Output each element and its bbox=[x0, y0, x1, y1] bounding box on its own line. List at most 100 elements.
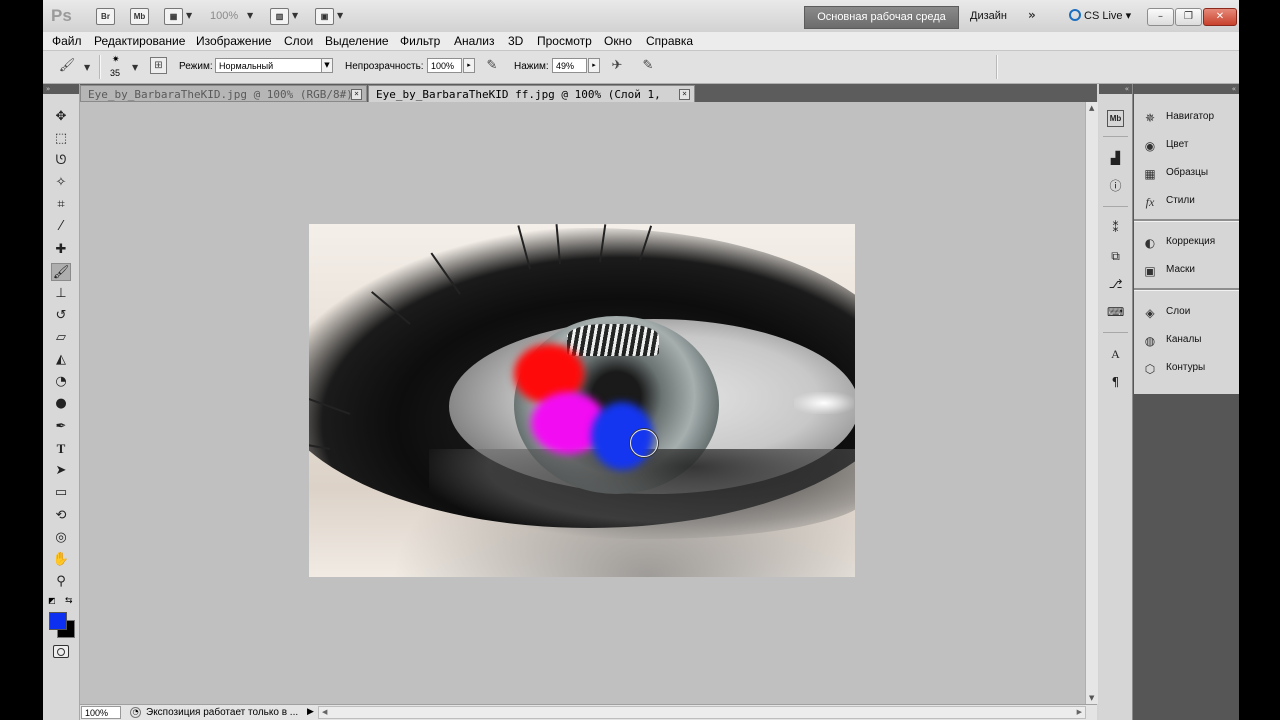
animation-icon[interactable]: ⎇ bbox=[1107, 276, 1124, 293]
history-brush-tool-icon[interactable]: ↺ bbox=[51, 307, 71, 325]
brush-presets-icon[interactable]: ⁑ bbox=[1107, 220, 1124, 237]
flow-slider-toggle[interactable]: ▸ bbox=[588, 58, 600, 73]
scroll-left-icon[interactable]: ◀ bbox=[322, 707, 327, 718]
brush-preset-picker[interactable]: ▼ bbox=[132, 63, 138, 72]
mini-bridge-button[interactable]: Mb bbox=[130, 8, 149, 25]
healing-brush-tool-icon[interactable]: ✚ bbox=[51, 241, 71, 259]
menu-edit[interactable]: Редактирование bbox=[94, 34, 185, 48]
cs-live-button[interactable]: CS Live ▾ bbox=[1069, 9, 1131, 22]
blend-mode-select[interactable]: Нормальный bbox=[215, 58, 326, 73]
panel-adjustments[interactable]: ◐ Коррекция bbox=[1134, 233, 1239, 253]
quick-selection-tool-icon[interactable]: ✧ bbox=[51, 174, 71, 192]
arrange-documents-icon[interactable]: ▥ bbox=[270, 8, 289, 25]
status-info-icon[interactable]: ◔ bbox=[130, 707, 141, 718]
more-workspaces-icon[interactable]: » bbox=[1028, 8, 1036, 22]
crop-tool-icon[interactable]: ⌗ bbox=[51, 196, 71, 214]
path-selection-tool-icon[interactable]: ➤ bbox=[51, 462, 71, 480]
clone-stamp-tool-icon[interactable]: ⊥ bbox=[51, 285, 71, 303]
tab-document-1[interactable]: Eye_by_BarbaraTheKID.jpg @ 100% (RGB/8#)… bbox=[80, 85, 367, 118]
collapse-panels-icon[interactable]: « bbox=[1134, 84, 1239, 94]
canvas-workspace[interactable] bbox=[80, 102, 1085, 704]
swap-colors-icon[interactable]: ⇆ bbox=[65, 596, 73, 606]
lasso-tool-icon[interactable]: ᘎ bbox=[51, 152, 71, 170]
type-tool-icon[interactable]: T bbox=[51, 440, 71, 458]
menu-help[interactable]: Справка bbox=[646, 34, 693, 48]
chevron-down-icon[interactable]: ▼ bbox=[247, 11, 253, 20]
menu-layer[interactable]: Слои bbox=[284, 34, 313, 48]
panel-masks[interactable]: ▣ Маски bbox=[1134, 261, 1239, 281]
chevron-down-icon[interactable]: ▼ bbox=[337, 11, 343, 20]
character-panel-icon[interactable]: A bbox=[1107, 346, 1124, 363]
menu-file[interactable]: Файл bbox=[52, 34, 82, 48]
close-button[interactable]: ✕ bbox=[1203, 8, 1237, 26]
mini-bridge-panel-icon[interactable]: Mb bbox=[1107, 110, 1124, 127]
tablet-pressure-size-icon[interactable]: ✎ bbox=[639, 57, 657, 75]
chevron-down-icon[interactable]: ▼ bbox=[292, 11, 298, 20]
brush-tool-icon[interactable]: 🖌 bbox=[51, 263, 71, 281]
eye-photo[interactable] bbox=[309, 224, 855, 577]
actions-icon[interactable]: ⌨ bbox=[1107, 304, 1124, 321]
dodge-tool-icon[interactable]: ● bbox=[51, 395, 71, 413]
menu-filter[interactable]: Фильтр bbox=[400, 34, 440, 48]
workspace-design-button[interactable]: Дизайн bbox=[970, 10, 1007, 22]
rectangle-tool-icon[interactable]: ▭ bbox=[51, 484, 71, 502]
3d-rotate-tool-icon[interactable]: ⟲ bbox=[51, 507, 71, 525]
collapse-icons-icon[interactable]: « bbox=[1099, 84, 1132, 94]
scroll-right-icon[interactable]: ▶ bbox=[1077, 707, 1082, 718]
blur-tool-icon[interactable]: ◔ bbox=[51, 373, 71, 391]
tools-panel-collapse-icon[interactable]: » bbox=[43, 84, 79, 94]
opacity-input[interactable]: 100% bbox=[427, 58, 462, 73]
panel-styles[interactable]: fx Стили bbox=[1134, 192, 1239, 212]
scroll-up-icon[interactable]: ▲ bbox=[1089, 104, 1094, 112]
chevron-down-icon[interactable]: ▼ bbox=[321, 58, 333, 73]
scroll-down-icon[interactable]: ▼ bbox=[1089, 694, 1094, 702]
brush-panel-toggle-icon[interactable]: ⊞ bbox=[150, 57, 167, 74]
restore-button[interactable]: ❐ bbox=[1175, 8, 1202, 26]
pen-tool-icon[interactable]: ✒ bbox=[51, 418, 71, 436]
move-tool-icon[interactable]: ✥ bbox=[51, 108, 71, 126]
menu-window[interactable]: Окно bbox=[604, 34, 632, 48]
panel-swatches[interactable]: ▦ Образцы bbox=[1134, 164, 1239, 184]
menu-image[interactable]: Изображение bbox=[196, 34, 272, 48]
eyedropper-tool-icon[interactable]: ⁄ bbox=[51, 218, 71, 236]
foreground-color-swatch[interactable] bbox=[49, 612, 67, 630]
status-menu-arrow-icon[interactable]: ▶ bbox=[307, 707, 314, 717]
marquee-tool-icon[interactable]: ⬚ bbox=[51, 130, 71, 148]
3d-orbit-tool-icon[interactable]: ◎ bbox=[51, 529, 71, 547]
eraser-tool-icon[interactable]: ▱ bbox=[51, 329, 71, 347]
close-tab-icon[interactable]: × bbox=[679, 89, 690, 100]
info-icon[interactable]: ⓘ bbox=[1107, 178, 1124, 195]
status-zoom-input[interactable]: 100% bbox=[81, 706, 121, 719]
panel-navigator[interactable]: ✵ Навигатор bbox=[1134, 108, 1239, 128]
flow-input[interactable]: 49% bbox=[552, 58, 587, 73]
horizontal-scrollbar[interactable]: ◀ ▶ bbox=[318, 706, 1086, 719]
airbrush-icon[interactable]: ✈ bbox=[608, 57, 626, 75]
tab-document-2[interactable]: Eye_by_BarbaraTheKID ff.jpg @ 100% (Слой… bbox=[368, 85, 695, 118]
paint-bucket-tool-icon[interactable]: ◭ bbox=[51, 351, 71, 369]
vertical-scrollbar[interactable]: ▲ ▼ bbox=[1085, 102, 1098, 704]
zoom-level[interactable]: 100% bbox=[210, 10, 238, 22]
histogram-icon[interactable]: ▟ bbox=[1107, 150, 1124, 167]
zoom-tool-icon[interactable]: ⚲ bbox=[51, 573, 71, 591]
view-extras-icon[interactable]: ▦ bbox=[164, 8, 183, 25]
clone-source-icon[interactable]: ⧉ bbox=[1107, 248, 1124, 265]
quick-mask-icon[interactable] bbox=[53, 645, 69, 658]
panel-paths[interactable]: ⬡ Контуры bbox=[1134, 359, 1239, 379]
bridge-button[interactable]: Br bbox=[96, 8, 115, 25]
default-colors-icon[interactable]: ◩ bbox=[48, 596, 56, 605]
chevron-down-icon[interactable]: ▼ bbox=[84, 63, 90, 72]
brush-tool-icon[interactable]: 🖌 bbox=[58, 57, 76, 75]
opacity-slider-toggle[interactable]: ▸ bbox=[463, 58, 475, 73]
panel-channels[interactable]: ◍ Каналы bbox=[1134, 331, 1239, 351]
menu-view[interactable]: Просмотр bbox=[537, 34, 592, 48]
screen-mode-icon[interactable]: ▣ bbox=[315, 8, 334, 25]
workspace-essentials-button[interactable]: Основная рабочая среда bbox=[804, 6, 959, 29]
paragraph-panel-icon[interactable]: ¶ bbox=[1107, 374, 1124, 391]
hand-tool-icon[interactable]: ✋ bbox=[51, 551, 71, 569]
panel-color[interactable]: ◉ Цвет bbox=[1134, 136, 1239, 156]
menu-3d[interactable]: 3D bbox=[508, 34, 523, 48]
minimize-button[interactable]: – bbox=[1147, 8, 1174, 26]
menu-select[interactable]: Выделение bbox=[325, 34, 389, 48]
menu-analysis[interactable]: Анализ bbox=[454, 34, 495, 48]
tablet-pressure-opacity-icon[interactable]: ✎ bbox=[483, 57, 501, 75]
